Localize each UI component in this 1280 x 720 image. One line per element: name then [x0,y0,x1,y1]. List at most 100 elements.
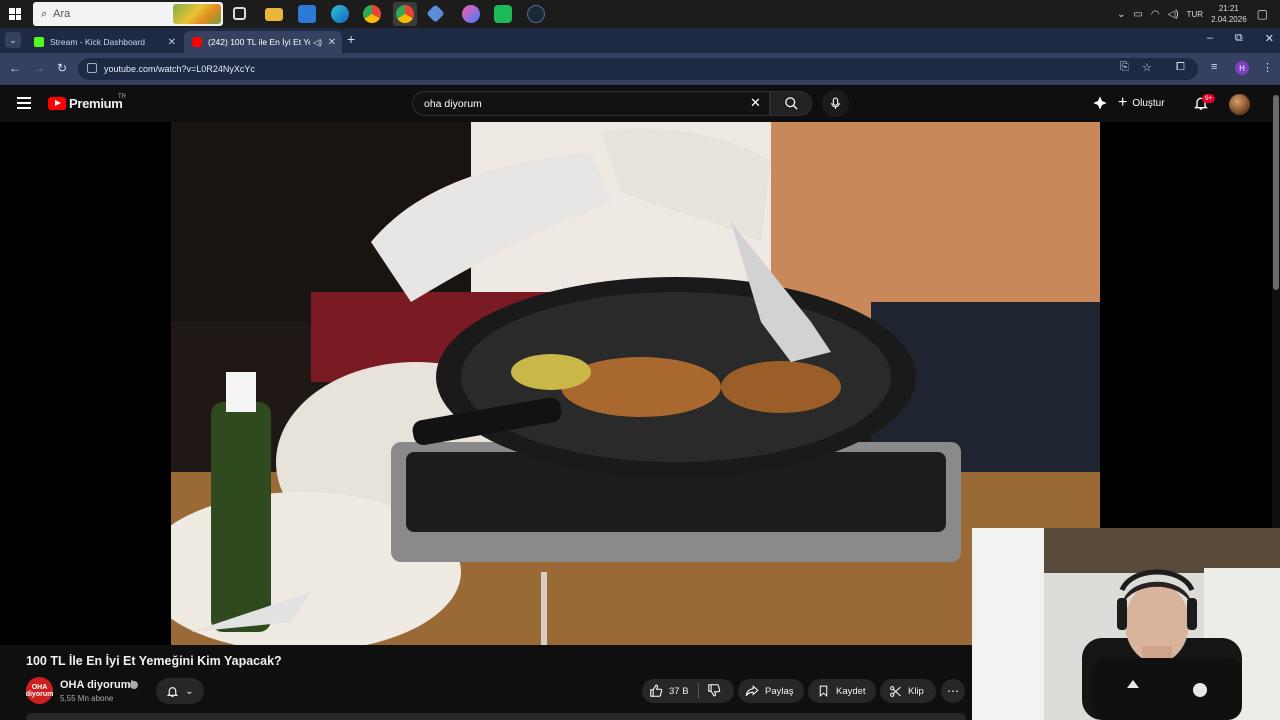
like-button[interactable]: 37 B [642,684,689,698]
restore-icon[interactable]: ⧉ [1235,32,1243,45]
share-button[interactable]: Paylaş [738,679,804,703]
notification-center-icon[interactable]: ▢ [1257,7,1268,21]
clock[interactable]: 21:21 2.04.2026 [1211,3,1247,25]
minimize-icon[interactable]: – [1207,32,1213,45]
start-button[interactable] [0,0,30,28]
tab-label: (242) 100 TL ile En İyi Et Yem [208,37,310,47]
tab-search-chevron-icon[interactable]: ⌄ [5,32,21,48]
search-button[interactable] [770,91,812,116]
reload-icon[interactable]: ↻ [57,61,67,75]
site-info-icon[interactable] [87,63,97,73]
youtube-logo[interactable]: Premium [48,96,123,111]
edge-icon[interactable] [331,5,349,23]
taskbar-search-input[interactable]: ⌕ Ara [33,2,223,26]
bell-icon [167,686,179,697]
save-label: Kaydet [836,685,866,697]
chevron-up-icon[interactable]: ⌄ [1117,9,1125,20]
kick-app-icon[interactable] [494,5,512,23]
verified-badge-icon [130,681,138,689]
address-bar[interactable]: youtube.com/watch?v=L0R24NyXcYc [78,58,1198,80]
clip-label: Klip [908,685,924,697]
divider [697,683,699,699]
clock-time: 21:21 [1218,4,1239,13]
thumbs-down-icon [707,683,720,696]
address-url: youtube.com/watch?v=L0R24NyXcYc [104,64,255,74]
create-button[interactable]: + Oluştur [1118,93,1165,113]
search-input[interactable]: oha diyorum [412,91,770,116]
bookmark-icon [819,685,828,697]
channel-avatar[interactable]: OHA diyorum [26,677,53,704]
streamer-webcam-image [972,528,1280,720]
task-view-icon[interactable] [233,7,246,20]
back-icon[interactable]: ← [9,61,21,75]
close-tab-icon[interactable]: ✕ [328,37,336,48]
system-tray: ⌄ ▭ ◠ ◁) TUR 21:21 2.04.2026 ▢ [1117,0,1280,28]
messenger-icon[interactable] [462,5,480,23]
menu-icon[interactable] [17,97,31,109]
bookmark-star-icon[interactable]: ☆ [1142,61,1152,74]
cooking-scene-image [171,122,1100,645]
battery-icon[interactable]: ▭ [1133,9,1142,20]
clock-date: 2.04.2026 [1211,15,1247,24]
webcam-overlay [972,528,1280,720]
plus-icon: + [1118,94,1128,111]
share-icon [745,685,759,696]
tab-youtube-video[interactable]: (242) 100 TL ile En İyi Et Yem ◁) ✕ [184,31,342,53]
search-highlight-image [173,4,221,24]
video-title: 100 TL İle En İyi Et Yemeğini Kim Yapaca… [26,654,282,668]
more-actions-button[interactable]: ⋯ [941,679,965,703]
chrome-icon[interactable] [363,5,381,23]
scrollbar-thumb[interactable] [1273,95,1279,290]
description-box[interactable] [26,713,966,720]
country-code: TR [118,94,126,100]
dislike-button[interactable] [707,683,727,700]
media-controls-icon[interactable]: ≡ [1211,61,1217,73]
thumbs-up-icon [650,684,663,697]
extensions-icon[interactable]: ⧠ [1176,61,1185,74]
search-icon [784,97,798,110]
new-tab-icon[interactable]: + [347,31,355,47]
share-label: Paylaş [765,685,794,697]
voice-search-button[interactable] [822,90,849,117]
volume-icon[interactable]: ◁) [1168,9,1179,20]
app-icon[interactable] [426,4,445,23]
account-avatar[interactable] [1229,94,1250,115]
chevron-down-icon: ⌄ [185,685,194,697]
store-icon[interactable] [298,5,316,23]
youtube-logo-text: Premium [69,96,123,111]
clip-button[interactable]: Klip [880,679,936,703]
clear-search-icon[interactable]: ✕ [750,95,761,111]
like-count: 37 B [669,685,689,697]
save-button[interactable]: Kaydet [808,679,876,703]
youtube-play-icon [48,97,66,110]
file-explorer-icon[interactable] [265,8,283,21]
close-window-icon[interactable]: ✕ [1265,32,1274,45]
forward-icon[interactable]: → [33,61,45,75]
windows-taskbar: ⌕ Ara ⌄ ▭ ◠ ◁) TUR 21:21 2.04.2026 ▢ [0,0,1280,28]
browser-tab-strip: ⌄ Stream - Kick Dashboard ✕ (242) 100 TL… [0,28,1280,53]
ai-sparkle-icon[interactable] [1092,95,1108,111]
search-icon: ⌕ [41,7,48,20]
subscriber-count: 5,55 Mn abone [60,694,114,703]
steam-icon[interactable] [527,5,545,23]
like-dislike-group: 37 B [642,679,734,703]
tab-kick-dashboard[interactable]: Stream - Kick Dashboard ✕ [26,31,182,53]
speaker-icon[interactable]: ◁) [313,38,322,47]
video-frame[interactable] [171,122,1100,645]
install-app-icon[interactable]: ⎘ [1120,61,1129,74]
windows-logo-icon [9,8,21,20]
notification-badge: 9+ [1202,94,1216,103]
wifi-icon[interactable]: ◠ [1151,9,1160,20]
profile-avatar[interactable]: H [1235,61,1249,75]
channel-name[interactable]: OHA diyorumI [60,679,134,691]
chrome-menu-icon[interactable]: ⋮ [1262,61,1273,74]
youtube-favicon-icon [192,37,202,47]
chrome-profile-icon[interactable] [393,2,417,26]
subscription-bell-button[interactable]: ⌄ [156,678,204,704]
close-tab-icon[interactable]: ✕ [168,37,176,48]
language-indicator[interactable]: TUR [1187,10,1203,19]
tab-label: Stream - Kick Dashboard [50,37,145,47]
scissors-icon [890,685,901,697]
browser-toolbar: ← → ↻ youtube.com/watch?v=L0R24NyXcYc ⎘ … [0,53,1280,85]
create-label: Oluştur [1132,97,1165,109]
